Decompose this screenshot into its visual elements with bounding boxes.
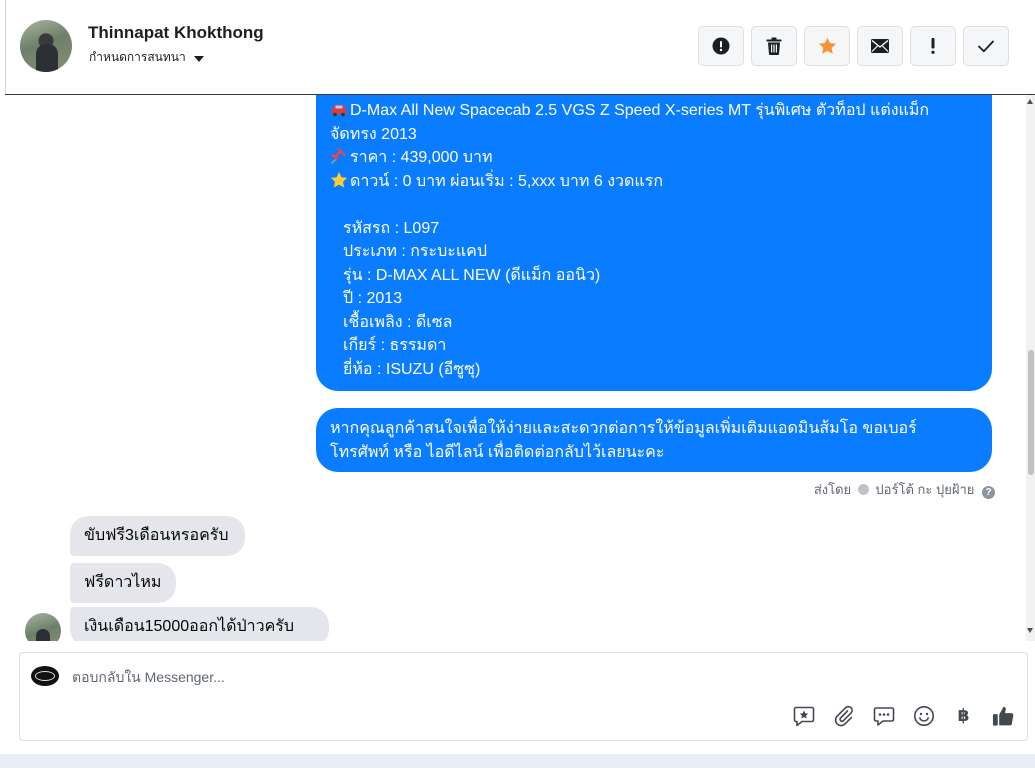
follow-up-button[interactable] (910, 26, 956, 66)
message-text: โทรศัพท์ หรือ ไอดีไลน์ เพื่อติดต่อกลับไว… (330, 443, 665, 461)
conversation-header: Thinnapat Khokthong กำหนดการสนทนา (0, 0, 1035, 95)
assign-conversation-dropdown[interactable]: กำหนดการสนทนา (89, 48, 204, 67)
page-avatar (31, 666, 59, 686)
spec-fuel: เชื้อเพลิง : ดีเซล (343, 313, 453, 331)
price-line: ราคา : 439,000 บาท (330, 146, 978, 170)
car-icon (331, 104, 347, 117)
attachment-icon (834, 705, 853, 726)
conversation-toolbar (698, 26, 1009, 66)
payment-button[interactable]: ฿ (952, 704, 975, 727)
spec-brand: ยี่ห้อ : ISUZU (อีซูซุ) (343, 360, 481, 378)
spec-code: รหัสรถ : L097 (343, 219, 440, 237)
mark-spam-button[interactable] (698, 26, 744, 66)
incoming-message[interactable]: ฟรีดาวไหม (70, 563, 176, 603)
assign-label: กำหนดการสนทนา (89, 50, 186, 64)
alert-circle-icon (712, 37, 730, 55)
sender-name: ปอร์โต้ กะ ปุยฝ้าย (875, 482, 975, 497)
mark-unread-button[interactable] (857, 26, 903, 66)
avatar[interactable] (20, 20, 72, 72)
attach-button[interactable] (832, 704, 855, 727)
envelope-icon (871, 39, 889, 53)
composer-toolbar: ฿ (792, 704, 1015, 727)
message-thread[interactable]: D-Max All New Spacecab 2.5 VGS Z Speed X… (5, 95, 1035, 641)
sent-by-label: ส่งโดย ปอร์โต้ กะ ปุยฝ้าย ? (705, 479, 995, 500)
contact-name[interactable]: Thinnapat Khokthong (88, 23, 264, 43)
down-payment-line: ดาวน์ : 0 บาท ผ่อนเริ่ม : 5,xxx บาท 6 งว… (330, 170, 978, 194)
thumbs-up-icon (992, 706, 1014, 726)
star-icon (818, 37, 836, 54)
avatar[interactable] (25, 613, 61, 641)
chat-icon (873, 706, 894, 726)
like-button[interactable] (992, 704, 1015, 727)
emoji-button[interactable] (912, 704, 935, 727)
message-text: หากคุณลูกค้าสนใจเพื่อให้ง่ายและสะดวกต่อก… (330, 420, 917, 437)
emoji-icon (913, 705, 934, 726)
mark-done-button[interactable] (963, 26, 1009, 66)
sent-check-icon (857, 484, 869, 495)
message-title-line: D-Max All New Spacecab 2.5 VGS Z Speed X… (330, 99, 978, 123)
reply-input[interactable] (72, 667, 772, 687)
check-icon (978, 40, 994, 52)
spec-type: ประเภท : กระบะแคป (343, 243, 488, 260)
incoming-message[interactable]: ขับฟรี3เดือนหรอครับ (70, 516, 245, 556)
saved-reply-icon (793, 706, 814, 726)
exclamation-icon (931, 38, 935, 54)
reply-composer: ฿ (19, 652, 1028, 741)
incoming-message[interactable]: เงินเดือน15000ออกได้ป่าวครับ (70, 607, 329, 641)
spec-gear: เกียร์ : ธรรมดา (343, 337, 447, 354)
star-emoji-icon (330, 171, 348, 187)
outgoing-message[interactable]: D-Max All New Spacecab 2.5 VGS Z Speed X… (316, 95, 992, 391)
scrollbar-thumb[interactable] (1028, 350, 1034, 475)
spec-model: รุ่น : D-MAX ALL NEW (ดีแม็ก ออนิว) (343, 266, 601, 284)
trash-icon (766, 37, 782, 55)
delete-button[interactable] (751, 26, 797, 66)
scroll-down-arrow-icon[interactable] (1027, 628, 1033, 633)
pushpin-icon (330, 148, 346, 165)
divider (5, 0, 6, 95)
quick-reply-button[interactable] (872, 704, 895, 727)
help-icon[interactable]: ? (982, 486, 995, 499)
message-text: จัดทรง 2013 (330, 125, 417, 143)
baht-icon: ฿ (957, 705, 970, 726)
scroll-up-arrow-icon[interactable] (1027, 99, 1033, 104)
page-footer-band (0, 754, 1035, 768)
caret-down-icon (193, 55, 204, 62)
star-button[interactable] (804, 26, 850, 66)
outgoing-message[interactable]: หากคุณลูกค้าสนใจเพื่อให้ง่ายและสะดวกต่อก… (316, 408, 992, 472)
spec-year: ปี : 2013 (343, 290, 403, 307)
saved-reply-button[interactable] (792, 704, 815, 727)
